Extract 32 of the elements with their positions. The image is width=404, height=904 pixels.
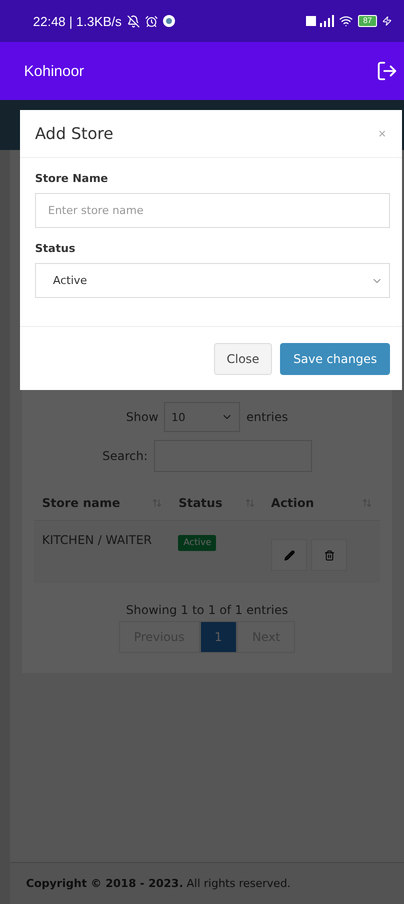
- status-select[interactable]: Active: [35, 263, 390, 298]
- trash-icon: [324, 550, 335, 560]
- length-select[interactable]: 10: [164, 402, 240, 432]
- status-badge: Active: [178, 535, 216, 551]
- alarm-icon: [144, 14, 158, 28]
- field-label: Store Name: [35, 172, 110, 185]
- app-icon: [162, 15, 175, 27]
- edit-button[interactable]: [271, 539, 308, 571]
- wifi-icon: [339, 14, 354, 28]
- save-button[interactable]: Save changes: [280, 343, 390, 375]
- table-info: Showing 1 to 1 of 1 entries: [126, 603, 288, 617]
- sort-icon: [362, 498, 372, 508]
- sort-icon: [245, 498, 256, 508]
- sort-icon: [152, 498, 162, 508]
- copyright-text: Copyright © 2018 - 2023. All rights reserved.: [26, 877, 291, 890]
- search-label: Search:: [102, 449, 148, 463]
- battery-icon: 87: [358, 15, 377, 27]
- entries-label: entries: [246, 410, 288, 424]
- field-label: Status: [35, 242, 76, 255]
- page-button[interactable]: 1: [200, 621, 238, 653]
- signal-icon: [306, 15, 334, 27]
- pencil-icon: [284, 550, 295, 560]
- close-button[interactable]: Close: [214, 343, 272, 375]
- show-label: Show: [126, 410, 158, 424]
- modal-title: Add Store: [35, 124, 114, 143]
- delete-button[interactable]: [311, 539, 348, 571]
- mute-icon: [126, 14, 140, 28]
- status-time: 22:48 | 1.3KB/s: [33, 14, 122, 28]
- logout-icon[interactable]: [376, 60, 398, 82]
- charging-icon: [382, 16, 392, 26]
- app-title: Kohinoor: [24, 62, 84, 80]
- input-field[interactable]: Enter store name: [35, 193, 390, 228]
